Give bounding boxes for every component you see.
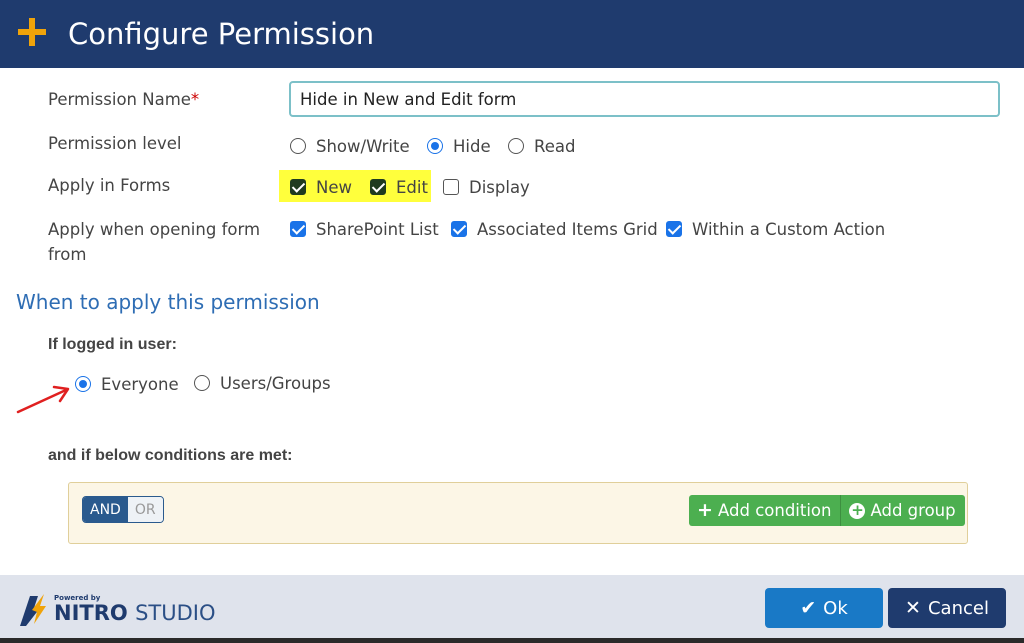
logo-product: STUDIO xyxy=(135,601,216,625)
toggle-and[interactable]: AND xyxy=(83,497,128,522)
radio-icon[interactable] xyxy=(290,138,306,154)
checkbox-form-new[interactable]: New xyxy=(290,175,352,199)
apply-in-forms-label: Apply in Forms xyxy=(48,176,171,195)
red-arrow-icon xyxy=(16,385,70,414)
checkbox-checked-icon[interactable] xyxy=(290,179,306,195)
close-icon: ✕ xyxy=(905,597,921,619)
checkbox-checked-icon[interactable] xyxy=(290,221,306,237)
check-icon: ✔ xyxy=(800,597,817,619)
dialog-header: Configure Permission xyxy=(0,0,1024,68)
dialog-title: Configure Permission xyxy=(68,17,375,51)
add-group-button[interactable]: + Add group xyxy=(841,495,965,526)
radio-hide[interactable]: Hide xyxy=(427,134,491,158)
checkbox-form-display[interactable]: Display xyxy=(443,175,530,199)
checkbox-custom-action[interactable]: Within a Custom Action xyxy=(666,217,885,241)
ok-button[interactable]: ✔ Ok xyxy=(765,588,883,628)
logo-brand: NITRO xyxy=(54,601,128,625)
permission-name-label: Permission Name* xyxy=(48,90,200,109)
radio-read[interactable]: Read xyxy=(508,134,575,158)
add-condition-button[interactable]: + Add condition xyxy=(689,495,842,526)
lightning-logo-icon xyxy=(20,594,46,626)
checkbox-sharepoint-list[interactable]: SharePoint List xyxy=(290,217,439,241)
radio-selected-icon[interactable] xyxy=(75,376,91,392)
checkbox-icon[interactable] xyxy=(443,179,459,195)
apply-when-label: Apply when opening form from xyxy=(48,220,261,264)
nitro-studio-logo: Powered by NITRO STUDIO xyxy=(16,590,216,630)
permission-level-label: Permission level xyxy=(48,134,182,153)
dialog-footer: Powered by NITRO STUDIO ✔ Ok ✕ Cancel xyxy=(0,575,1024,643)
cancel-button[interactable]: ✕ Cancel xyxy=(888,588,1006,628)
toggle-or[interactable]: OR xyxy=(127,497,163,522)
logged-in-label: If logged in user: xyxy=(48,336,177,353)
plus-circle-icon: + xyxy=(849,501,866,519)
and-or-toggle[interactable]: AND OR xyxy=(82,496,164,523)
permission-name-input[interactable] xyxy=(289,81,1000,117)
checkbox-checked-icon[interactable] xyxy=(666,221,682,237)
footer-rule xyxy=(0,638,1024,643)
checkbox-form-edit[interactable]: Edit xyxy=(370,175,428,199)
radio-users-groups[interactable]: Users/Groups xyxy=(194,371,331,395)
radio-everyone[interactable]: Everyone xyxy=(75,372,179,396)
conditions-builder: AND OR + Add condition + Add group xyxy=(68,482,968,544)
checkbox-checked-icon[interactable] xyxy=(451,221,467,237)
checkbox-associated-items-grid[interactable]: Associated Items Grid xyxy=(451,217,658,241)
radio-selected-icon[interactable] xyxy=(427,138,443,154)
required-mark: * xyxy=(190,90,200,109)
radio-show-write[interactable]: Show/Write xyxy=(290,134,410,158)
condition-actions: + Add condition + Add group xyxy=(689,495,965,526)
checkbox-checked-icon[interactable] xyxy=(370,179,386,195)
radio-icon[interactable] xyxy=(194,375,210,391)
conditions-label: and if below conditions are met: xyxy=(48,447,293,464)
plus-icon xyxy=(14,14,50,50)
radio-icon[interactable] xyxy=(508,138,524,154)
plus-icon: + xyxy=(697,499,713,521)
section-title: When to apply this permission xyxy=(16,290,320,314)
